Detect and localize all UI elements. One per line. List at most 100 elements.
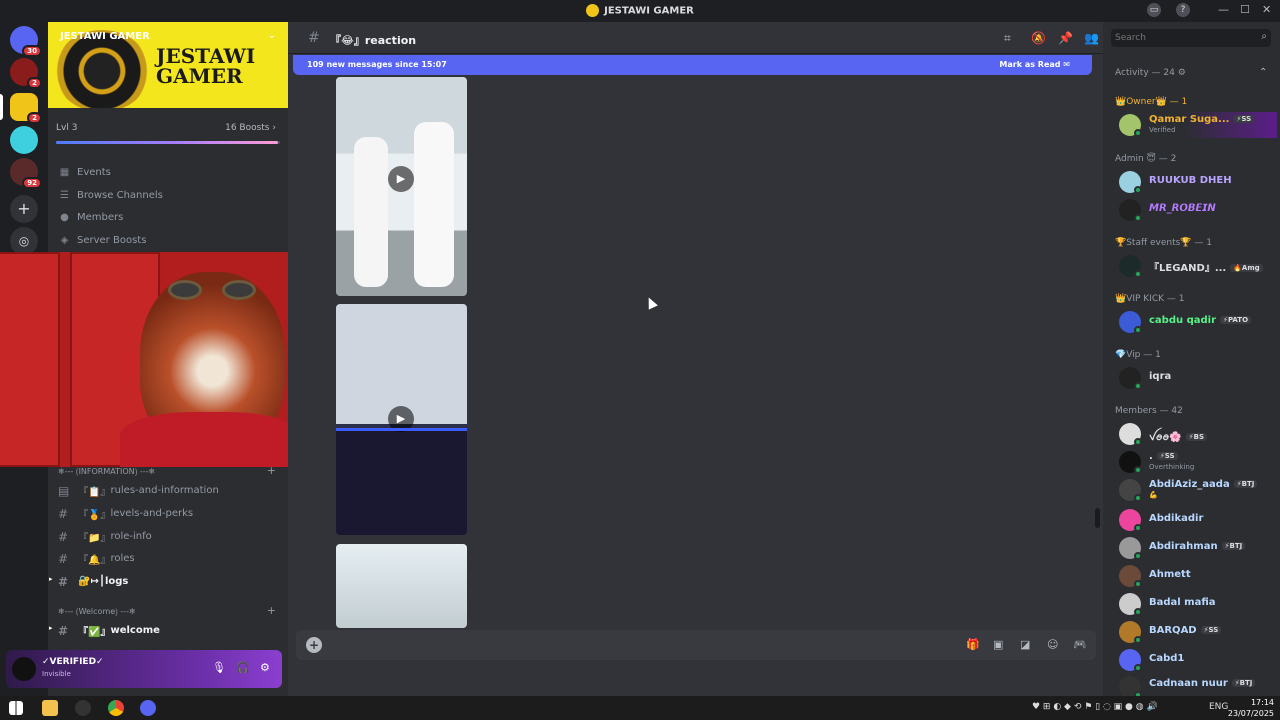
threads-icon[interactable]: ⌗ — [1004, 31, 1011, 46]
minimize-button[interactable]: — — [1218, 3, 1229, 16]
channel-roles[interactable]: # 『🔔』 roles — [58, 549, 280, 568]
member-item[interactable]: 𝙈𝙍_𝙍𝙊𝘽𝙀𝙄𝙉 — [1119, 197, 1277, 223]
member-item[interactable]: RUUKUB DHEH — [1119, 169, 1277, 195]
server-banner[interactable]: JESTAWI GAMER JESTAWI GAMER ⌄ — [48, 22, 288, 108]
member-list-icon[interactable]: 👥 — [1084, 31, 1099, 45]
server-icon[interactable]: 2 — [10, 58, 42, 89]
member-name: Qamar Suga... — [1149, 114, 1230, 125]
member-name: cabdu qadir — [1149, 315, 1217, 326]
member-item[interactable]: . ⚡SS Overthinking — [1119, 449, 1277, 475]
nav-server-boosts[interactable]: ◈ Server Boosts — [58, 231, 147, 249]
chevron-down-icon[interactable]: ⌄ — [268, 30, 276, 41]
hash-icon: # — [58, 574, 69, 589]
status-dot-icon — [1134, 129, 1142, 137]
clock[interactable]: 17:14 23/07/2025 — [1228, 697, 1274, 719]
message-composer[interactable]: + 🎁 ▣ ◪ ☺ 🎮 — [296, 630, 1096, 660]
help-icon[interactable]: ? — [1176, 3, 1190, 17]
member-item[interactable]: Abdikadir — [1119, 507, 1277, 533]
gif-icon[interactable]: ▣ — [993, 638, 1003, 651]
member-name: Abdikadir — [1149, 513, 1204, 524]
discover-icon[interactable]: ◎ — [10, 227, 38, 255]
boosts-link[interactable]: 16 Boosts › — [225, 123, 276, 133]
play-icon[interactable]: ▶ — [388, 166, 414, 192]
nav-members[interactable]: ● Members — [58, 208, 123, 226]
add-server-icon[interactable]: + — [10, 195, 38, 223]
member-item[interactable]: Ahmett — [1119, 563, 1277, 589]
member-subtext: Overthinking — [1149, 463, 1195, 471]
mic-icon[interactable]: 🎙 — [212, 661, 226, 674]
chevron-up-icon[interactable]: ⌃ — [1259, 67, 1267, 78]
member-name: ꪜꪮꪮ🌸 — [1149, 432, 1182, 443]
new-messages-bar[interactable]: 109 new messages since 15:07 Mark as Rea… — [293, 55, 1092, 75]
search-box[interactable]: ⌕ — [1111, 29, 1271, 47]
member-item[interactable]: Cabd1 — [1119, 647, 1277, 673]
channel-rules-and-information[interactable]: ▤ 『📋』 rules-and-information — [58, 481, 280, 500]
member-item[interactable]: AbdiAziz_aada ⚡BTJ 💪 — [1119, 477, 1277, 503]
status-dot-icon — [1134, 664, 1142, 672]
nav-browse-channels[interactable]: ☰ Browse Channels — [58, 186, 163, 204]
activity-header[interactable]: Activity — 24 ⚙ — [1115, 68, 1186, 78]
mark-as-read-button[interactable]: Mark as Read ✉ — [999, 60, 1070, 69]
windows-start-icon[interactable] — [9, 701, 23, 715]
video-thumbnail[interactable]: ▶ — [336, 304, 467, 535]
chrome-icon[interactable] — [108, 700, 124, 716]
member-item[interactable]: Badal mafia — [1119, 591, 1277, 617]
steam-icon[interactable] — [75, 700, 91, 716]
nav-events[interactable]: ▦ Events — [58, 163, 111, 181]
member-item[interactable]: ꪜꪮꪮ🌸 ⚡BS — [1119, 421, 1277, 447]
server-icon-jestawi[interactable]: 2 — [10, 93, 42, 124]
server-icon[interactable] — [10, 126, 38, 154]
apps-icon[interactable]: 🎮 — [1073, 638, 1087, 651]
member-name: Cadnaan nuur — [1149, 678, 1228, 689]
category-welcome[interactable]: ❄--- ⟮Welcome⟯ ---❄ — [58, 607, 136, 617]
channel-role-info[interactable]: # 『📁』 role-info — [58, 527, 280, 546]
add-attachment-icon[interactable]: + — [306, 637, 322, 653]
file-explorer-icon[interactable] — [42, 700, 58, 716]
scrollbar[interactable] — [1095, 508, 1100, 528]
member-item[interactable]: cabdu qadir ⚡PATO — [1119, 309, 1277, 335]
server-name[interactable]: JESTAWI GAMER — [60, 31, 150, 42]
inbox-icon[interactable]: ▭ — [1147, 3, 1161, 17]
role-header: 🏆Staff events🏆 — 1 — [1115, 238, 1213, 248]
direct-messages-icon[interactable]: 30 — [10, 26, 42, 57]
member-name: Ahmett — [1149, 569, 1191, 580]
member-tag: ⚡PATO — [1220, 316, 1252, 324]
discord-icon[interactable] — [140, 700, 156, 716]
add-channel-icon[interactable]: + — [267, 604, 276, 617]
banner-text: JESTAWI GAMER — [156, 44, 256, 88]
maximize-button[interactable]: ☐ — [1240, 3, 1250, 16]
close-button[interactable]: ✕ — [1262, 3, 1271, 16]
sticker-icon[interactable]: ◪ — [1020, 638, 1030, 651]
channel-levels-and-perks[interactable]: # 『🏅』 levels-and-perks — [58, 504, 280, 523]
avatar[interactable] — [12, 657, 36, 681]
gift-icon[interactable]: 🎁 — [966, 638, 980, 651]
member-item[interactable]: 『LEGAND』... 🔥Amg — [1119, 253, 1277, 279]
username[interactable]: ✓VERIFIED✓ — [42, 657, 104, 667]
tray-icons[interactable]: ♥ ⊞ ◐ ◆ ⟲ ⚑ ▯ ◌ ▣ ● ◍ 🔊 — [1032, 702, 1158, 712]
app-title: JESTAWI GAMER — [0, 4, 1280, 17]
member-item[interactable]: Abdirahman ⚡BTJ — [1119, 535, 1277, 561]
member-name: BARQAD — [1149, 625, 1197, 636]
boost-progress-fill — [56, 141, 278, 144]
member-item[interactable]: Qamar Suga... ⚡SS Verified — [1119, 112, 1277, 138]
member-item[interactable]: iqra — [1119, 365, 1277, 391]
search-icon[interactable]: ⌕ — [1261, 31, 1267, 42]
server-icon[interactable]: 92 — [10, 158, 42, 189]
member-item[interactable]: Cadnaan nuur ⚡BTJ — [1119, 674, 1277, 696]
language-indicator[interactable]: ENG — [1209, 702, 1228, 712]
member-tag: ⚡SS — [1233, 115, 1255, 123]
search-input[interactable] — [1111, 29, 1251, 47]
user-panel: ✓VERIFIED✓ Invisible 🎙 🎧 ⚙ — [6, 650, 282, 688]
headphones-icon[interactable]: 🎧 — [236, 661, 250, 674]
pin-icon[interactable]: 📌 — [1058, 31, 1073, 45]
emoji-icon[interactable]: ☺ — [1047, 638, 1058, 651]
video-thumbnail[interactable] — [336, 544, 467, 628]
member-tag: ⚡BTJ — [1221, 542, 1246, 550]
member-item[interactable]: BARQAD ⚡SS — [1119, 619, 1277, 645]
gear-icon[interactable]: ⚙ — [260, 661, 270, 674]
category-information[interactable]: ❄--- ⟮INFORMATION⟯ ---❄ — [58, 467, 155, 477]
video-thumbnail[interactable]: ▶ — [336, 77, 467, 296]
channel-welcome[interactable]: # 『✅』 welcome — [58, 621, 280, 640]
notifications-icon[interactable]: 🔕 — [1031, 31, 1046, 45]
channel-logs[interactable]: # 🔐↦⎮ logs — [58, 572, 280, 591]
